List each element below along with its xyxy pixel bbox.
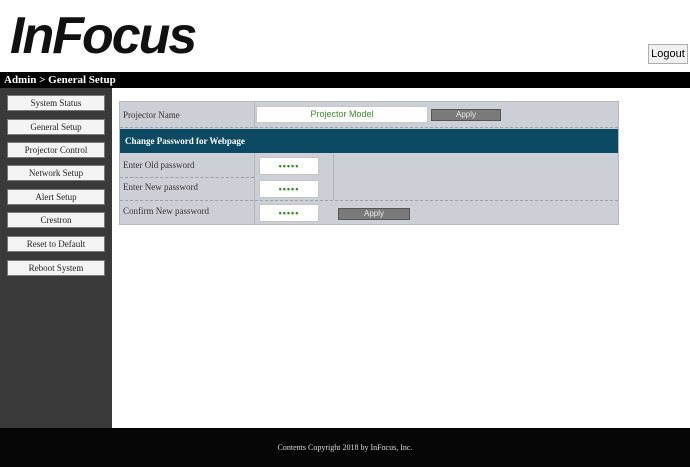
column-divider <box>254 153 255 224</box>
footer-copyright: Contents Copyright 2018 by InFocus, Inc. <box>0 428 690 467</box>
sidebar-item-general-setup[interactable]: General Setup <box>7 119 105 135</box>
sidebar: System Status General Setup Projector Co… <box>0 88 112 428</box>
settings-panel: Projector Name Projector Model Apply Cha… <box>119 101 619 225</box>
projector-name-input[interactable]: Projector Model <box>256 106 428 123</box>
new-password-label: Enter New password <box>123 182 198 192</box>
row-divider <box>120 200 618 201</box>
row-divider <box>120 127 618 128</box>
infocus-logo: InFocus <box>10 7 197 65</box>
main-content: Projector Name Projector Model Apply Cha… <box>112 88 690 428</box>
old-password-label: Enter Old password <box>123 160 195 170</box>
sidebar-item-alert-setup[interactable]: Alert Setup <box>7 189 105 205</box>
column-divider <box>254 102 255 128</box>
sidebar-item-network-setup[interactable]: Network Setup <box>7 165 105 181</box>
sidebar-item-crestron[interactable]: Crestron <box>7 212 105 228</box>
sidebar-item-projector-control[interactable]: Projector Control <box>7 142 105 158</box>
confirm-password-label: Confirm New password <box>123 206 209 216</box>
new-password-input[interactable]: ••••• <box>259 180 319 198</box>
sidebar-item-reboot-system[interactable]: Reboot System <box>7 260 105 276</box>
password-section-title: Change Password for Webpage <box>120 129 618 153</box>
sidebar-item-system-status[interactable]: System Status <box>7 95 105 111</box>
projector-name-apply-button[interactable]: Apply <box>431 109 501 121</box>
projector-name-label: Projector Name <box>123 110 180 120</box>
old-password-input[interactable]: ••••• <box>259 157 319 175</box>
row-divider <box>120 177 254 178</box>
header: InFocus Logout <box>0 0 690 72</box>
breadcrumb: Admin > General Setup <box>0 72 690 88</box>
column-divider <box>333 153 334 200</box>
password-apply-button[interactable]: Apply <box>338 208 410 220</box>
logout-button[interactable]: Logout <box>648 44 688 64</box>
confirm-password-input[interactable]: ••••• <box>259 204 319 222</box>
sidebar-item-reset-to-default[interactable]: Reset to Default <box>7 236 105 252</box>
